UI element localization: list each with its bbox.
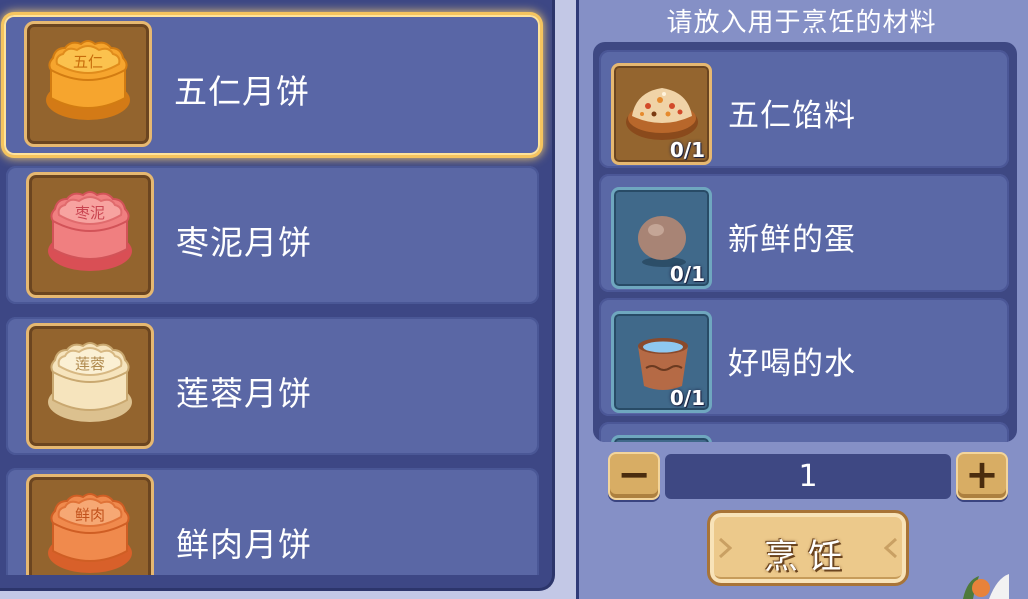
decorative-plant-icon — [963, 574, 1009, 599]
material-thumbnail: 0/1 — [611, 187, 712, 289]
material-count: 0/1 — [669, 138, 705, 162]
mooncake-wuren-icon: 五仁 — [46, 40, 130, 120]
mooncake-zaoni-icon: 枣泥 — [48, 191, 132, 271]
material-slot-water[interactable]: 0/1 好喝的水 — [599, 298, 1009, 416]
material-thumbnail — [611, 435, 712, 442]
materials-panel: 请放入用于烹饪的材料 0/1 五仁馅料 0/1 新鲜的蛋 0/1 好喝的水 − … — [576, 0, 1028, 599]
svg-text:鲜肉: 鲜肉 — [75, 506, 105, 524]
increase-quantity-button[interactable]: + — [956, 452, 1008, 500]
recipe-thumbnail: 枣泥 — [26, 172, 154, 298]
material-count: 0/1 — [669, 262, 705, 286]
mooncake-xianrou-icon: 鲜肉 — [48, 493, 132, 573]
recipe-name: 莲蓉月饼 — [176, 374, 312, 413]
svg-text:枣泥: 枣泥 — [75, 204, 105, 222]
material-thumbnail: 0/1 — [611, 311, 712, 413]
svg-text:五仁: 五仁 — [73, 53, 103, 71]
right-ornament-icon — [884, 537, 898, 559]
material-slot-egg[interactable]: 0/1 新鲜的蛋 — [599, 174, 1009, 292]
panel-title: 请放入用于烹饪的材料 — [666, 8, 937, 38]
material-name: 五仁馅料 — [728, 98, 856, 134]
material-slot-partial[interactable] — [599, 422, 1009, 442]
recipe-name: 枣泥月饼 — [176, 223, 312, 262]
recipe-thumbnail: 鲜肉 — [26, 474, 154, 575]
material-list[interactable]: 0/1 五仁馅料 0/1 新鲜的蛋 0/1 好喝的水 — [593, 42, 1017, 442]
cook-button[interactable]: 烹饪 — [707, 510, 909, 586]
decrease-quantity-button[interactable]: − — [608, 452, 660, 500]
mooncake-lianrong-icon: 莲蓉 — [48, 342, 132, 422]
recipe-thumbnail: 莲蓉 — [26, 323, 154, 449]
recipe-list[interactable]: 五仁 五仁月饼 枣泥 枣泥月饼 莲蓉 莲蓉月饼 鲜肉 鲜肉月饼 — [0, 0, 552, 575]
svg-text:莲蓉: 莲蓉 — [75, 355, 105, 373]
recipe-name: 五仁月饼 — [174, 72, 310, 111]
material-thumbnail: 0/1 — [611, 63, 712, 165]
recipe-item-xianrou[interactable]: 鲜肉 鲜肉月饼 — [6, 468, 539, 575]
cook-button-label: 烹饪 — [764, 537, 852, 577]
material-slot-nut-filling[interactable]: 0/1 五仁馅料 — [599, 50, 1009, 168]
recipe-item-zaoni[interactable]: 枣泥 枣泥月饼 — [6, 166, 539, 304]
recipe-thumbnail: 五仁 — [24, 21, 152, 147]
material-name: 新鲜的蛋 — [728, 222, 856, 258]
recipe-panel: 五仁 五仁月饼 枣泥 枣泥月饼 莲蓉 莲蓉月饼 鲜肉 鲜肉月饼 — [0, 0, 555, 591]
recipe-name: 鲜肉月饼 — [176, 525, 312, 564]
quantity-field[interactable]: 1 — [665, 454, 951, 499]
material-name: 好喝的水 — [728, 346, 856, 382]
recipe-item-wuren[interactable]: 五仁 五仁月饼 — [4, 15, 540, 155]
material-count: 0/1 — [669, 386, 705, 410]
recipe-item-lianrong[interactable]: 莲蓉 莲蓉月饼 — [6, 317, 539, 455]
